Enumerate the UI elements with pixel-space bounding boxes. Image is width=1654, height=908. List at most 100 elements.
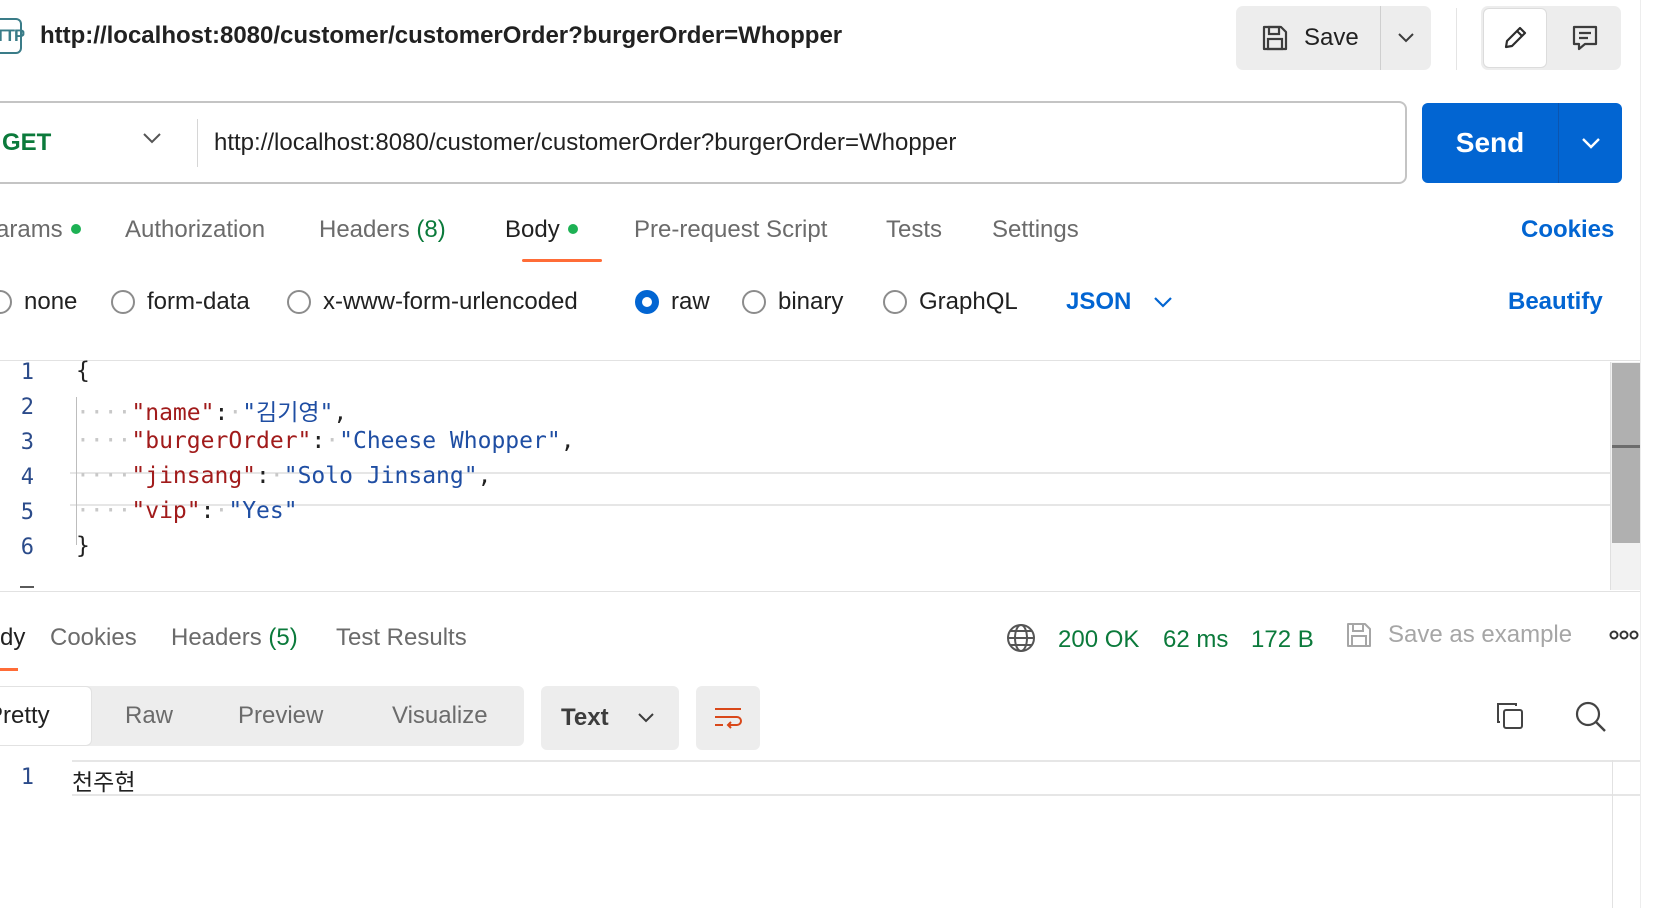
pencil-icon — [1504, 26, 1527, 49]
radio-form-data[interactable]: form-data — [111, 288, 250, 316]
response-format-dropdown[interactable]: Text — [541, 686, 679, 750]
response-active-tab-indicator — [0, 668, 18, 671]
editor-scroll-thumb[interactable] — [1612, 363, 1640, 543]
json-value: "Yes" — [228, 498, 298, 524]
json-key: "vip" — [131, 498, 201, 524]
radio-graphql[interactable]: GraphQL — [883, 288, 1018, 316]
toolbar-divider — [1456, 8, 1457, 70]
wrap-lines-icon — [715, 708, 742, 729]
url-bar: GET — [0, 101, 1407, 184]
chevron-down-icon — [1154, 297, 1173, 308]
radio-circle — [0, 290, 12, 314]
code-line: ····"name":·"김기영", — [76, 400, 348, 426]
response-tab-headers-label: Headers — [171, 624, 262, 651]
view-visualize[interactable]: Visualize — [392, 686, 488, 746]
tab-params[interactable]: arams — [0, 216, 81, 244]
chevron-down-icon — [637, 713, 654, 723]
active-tab-indicator — [522, 259, 602, 262]
code-line: ····"jinsang":·"Solo Jinsang", — [76, 463, 492, 489]
tab-tests[interactable]: Tests — [886, 216, 942, 244]
beautify-button[interactable]: Beautify — [1508, 288, 1603, 316]
save-icon — [1347, 623, 1371, 647]
response-active-line — [72, 760, 1640, 796]
send-button[interactable]: Send — [1422, 103, 1558, 183]
tab-prerequest-script[interactable]: Pre-request Script — [634, 216, 827, 244]
radio-circle — [883, 290, 907, 314]
radio-label: GraphQL — [919, 288, 1018, 315]
response-time[interactable]: 62 ms — [1163, 626, 1228, 654]
copy-icon[interactable] — [1494, 700, 1526, 732]
tab-body[interactable]: Body — [505, 216, 578, 244]
comments-button[interactable] — [1553, 8, 1617, 68]
http-icon-text: HTTP — [0, 26, 25, 45]
json-comma: , — [333, 400, 348, 426]
json-value: "Solo Jinsang" — [283, 463, 478, 489]
chevron-down-icon — [143, 133, 161, 144]
radio-label: none — [24, 288, 78, 315]
response-view-group: Pretty Raw Preview Visualize — [0, 686, 524, 746]
request-title[interactable]: http://localhost:8080/customer/customerO… — [40, 22, 842, 50]
edit-button[interactable] — [1483, 8, 1547, 68]
response-tab-test-results[interactable]: Test Results — [336, 624, 467, 652]
cookies-link[interactable]: Cookies — [1521, 216, 1614, 244]
line-number: 3 — [20, 430, 34, 455]
line-number: 4 — [20, 465, 34, 490]
more-options-icon[interactable] — [1609, 628, 1639, 642]
radio-label: raw — [671, 288, 710, 315]
radio-label: form-data — [147, 288, 250, 315]
view-pretty[interactable]: Pretty — [0, 686, 92, 746]
code-line: } — [76, 533, 90, 559]
response-tab-headers[interactable]: Headers (5) — [171, 624, 298, 652]
line-number: 6 — [20, 535, 34, 560]
save-button[interactable]: Save — [1236, 6, 1380, 70]
radio-binary[interactable]: binary — [742, 288, 843, 316]
wrap-lines-button[interactable] — [696, 686, 760, 750]
json-value: "Cheese Whopper" — [339, 428, 561, 454]
radio-none[interactable]: none — [0, 288, 77, 316]
response-tab-body[interactable]: dy — [0, 624, 25, 652]
language-label: JSON — [1066, 288, 1132, 315]
view-raw[interactable]: Raw — [125, 686, 173, 746]
response-tab-cookies[interactable]: Cookies — [50, 624, 137, 652]
tab-headers[interactable]: Headers (8) — [319, 216, 446, 244]
radio-raw[interactable]: raw — [635, 288, 710, 316]
save-label: Save — [1304, 24, 1359, 51]
globe-icon[interactable] — [1005, 622, 1037, 654]
tab-params-label: arams — [0, 216, 63, 243]
window-edge — [1640, 0, 1654, 908]
search-icon[interactable] — [1574, 700, 1608, 734]
http-request-icon: HTTP — [0, 18, 25, 54]
save-icon — [1262, 25, 1288, 51]
json-key: "jinsang" — [131, 463, 257, 489]
json-brace: } — [76, 533, 90, 559]
json-key: "burgerOrder" — [131, 428, 312, 454]
save-options-dropdown[interactable] — [1381, 6, 1431, 70]
json-key: "name" — [131, 400, 215, 426]
response-body-text[interactable]: 천주현 — [72, 763, 135, 797]
save-as-example-label: Save as example — [1388, 621, 1573, 648]
method-select[interactable]: GET — [0, 103, 197, 182]
body-active-dot — [567, 223, 578, 234]
view-preview[interactable]: Preview — [238, 686, 323, 746]
send-options-dropdown[interactable] — [1559, 103, 1622, 183]
status-code[interactable]: 200 OK — [1058, 626, 1139, 654]
radio-circle-checked — [635, 290, 659, 314]
send-button-group: Send — [1422, 103, 1622, 183]
format-label: Text — [561, 704, 609, 731]
response-size[interactable]: 172 B — [1251, 626, 1314, 654]
line-number: 5 — [20, 500, 34, 525]
editor-resize-tick — [20, 586, 34, 588]
comment-icon — [1572, 25, 1598, 51]
language-dropdown[interactable]: JSON — [1066, 288, 1173, 316]
response-headers-count: (5) — [268, 624, 298, 651]
json-comma: , — [560, 428, 575, 454]
save-as-example-button[interactable]: Save as example — [1344, 620, 1572, 650]
chevron-down-icon — [1581, 138, 1600, 149]
response-line-number: 1 — [20, 765, 34, 790]
url-input[interactable] — [214, 103, 1394, 182]
params-active-dot — [70, 223, 81, 234]
radio-urlencoded[interactable]: x-www-form-urlencoded — [287, 288, 578, 316]
tab-authorization[interactable]: Authorization — [125, 216, 265, 244]
tab-settings[interactable]: Settings — [992, 216, 1079, 244]
chevron-down-icon — [1398, 33, 1414, 43]
